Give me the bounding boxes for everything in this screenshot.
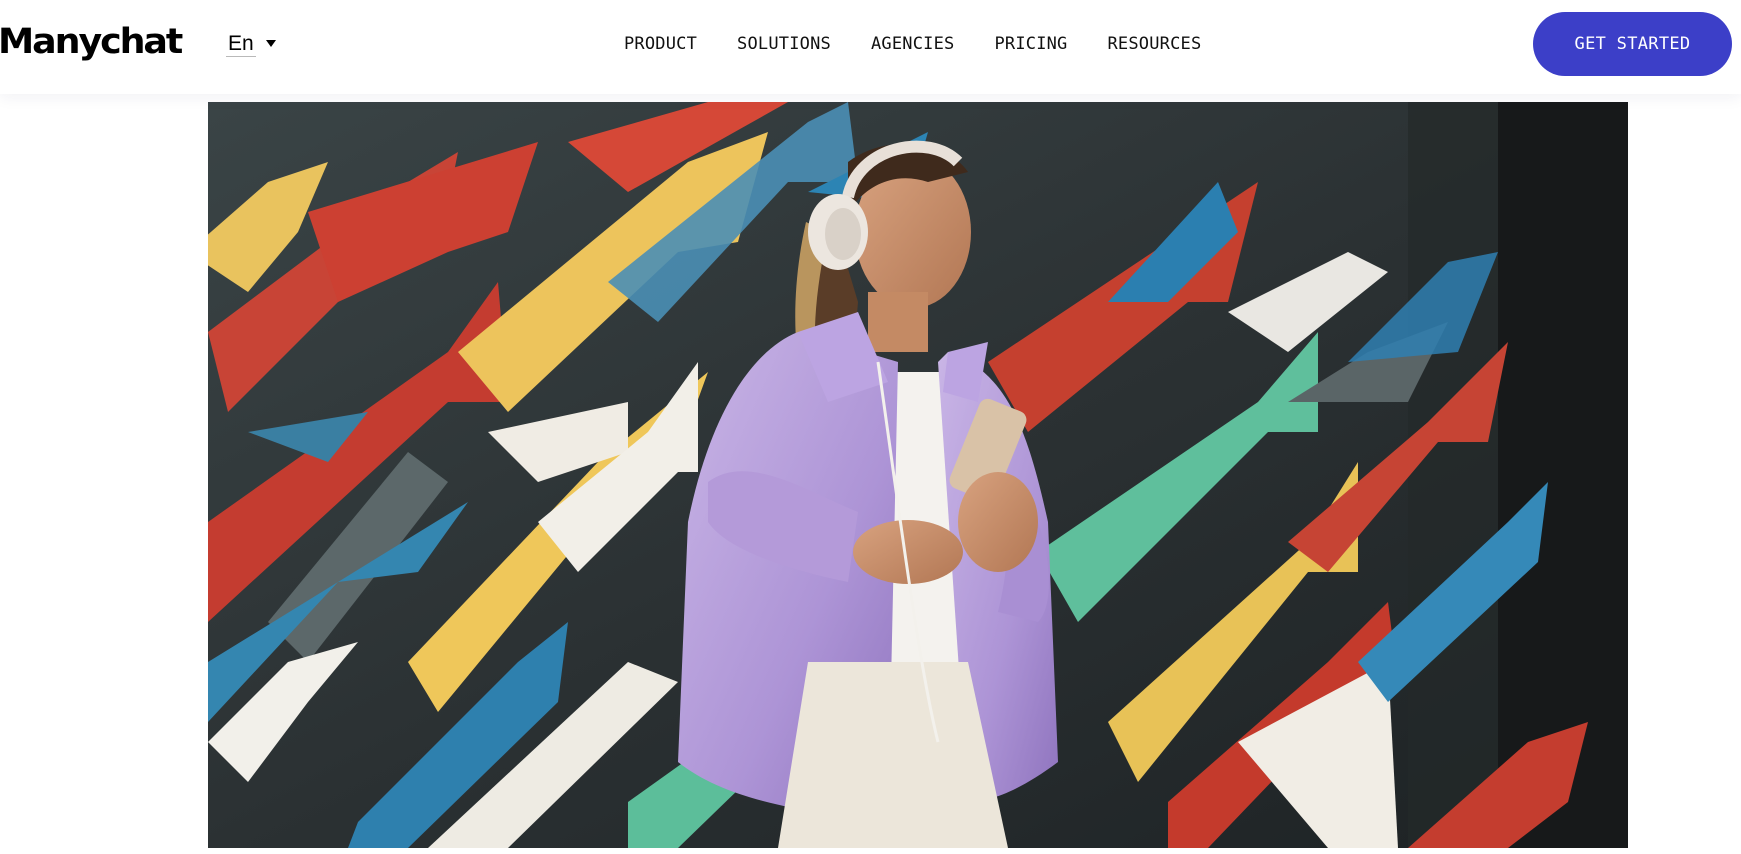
language-label: En xyxy=(226,31,256,57)
nav-item-pricing[interactable]: PRICING xyxy=(994,30,1067,58)
language-selector[interactable]: En xyxy=(226,30,276,58)
manychat-logo[interactable]: Manychat xyxy=(0,20,183,64)
main-nav: PRODUCT SOLUTIONS AGENCIES PRICING RESOU… xyxy=(624,30,1201,58)
hero-photo-illustration xyxy=(208,102,1628,848)
site-header: Manychat En PRODUCT SOLUTIONS AGENCIES P… xyxy=(0,0,1741,94)
nav-item-agencies[interactable]: AGENCIES xyxy=(871,30,954,58)
hero-image xyxy=(208,102,1628,848)
nav-item-resources[interactable]: RESOURCES xyxy=(1108,30,1202,58)
nav-item-solutions[interactable]: SOLUTIONS xyxy=(737,30,831,58)
chevron-down-icon xyxy=(265,39,276,47)
nav-item-product[interactable]: PRODUCT xyxy=(624,30,697,58)
get-started-button[interactable]: GET STARTED xyxy=(1533,12,1732,76)
